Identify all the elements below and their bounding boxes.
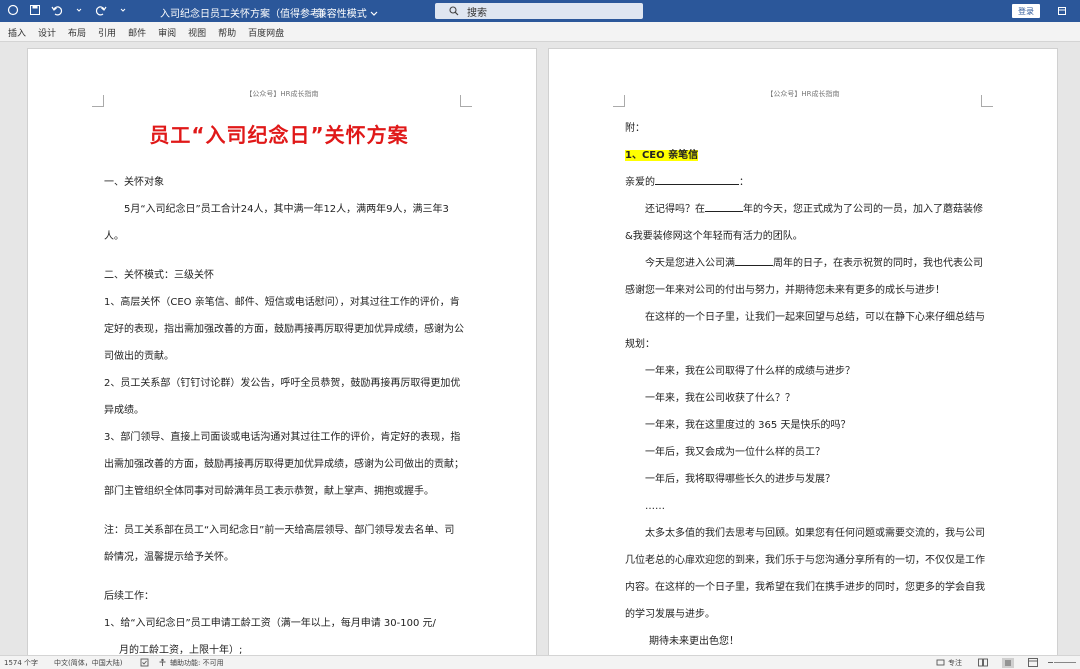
ellipsis: …… (645, 501, 665, 512)
redo-icon[interactable] (94, 3, 108, 17)
closing-line: 期待未来更出色您！ (649, 636, 739, 647)
search-icon (449, 6, 459, 16)
ribbon-tabs: 插入 设计 布局 引用 邮件 审阅 视图 帮助 百度网盘 (0, 22, 1080, 42)
document-canvas[interactable]: 【公众号】HR成长指南 员工“入司纪念日”关怀方案 一、关怀对象 5月“入司纪念… (0, 42, 1080, 655)
proofing-icon[interactable] (140, 658, 149, 667)
language-indicator[interactable]: 中文(简体，中国大陆) (54, 658, 122, 668)
blank-line (735, 265, 773, 266)
tab-view[interactable]: 视图 (182, 22, 212, 43)
crop-mark (981, 95, 993, 107)
accessibility-status[interactable]: 辅助功能: 不可用 (170, 658, 224, 668)
tab-help[interactable]: 帮助 (212, 22, 242, 43)
title-bar: 入司纪念日员工关怀方案（值得参考） - 兼容性模式 搜索 登录 (0, 0, 1080, 22)
section-heading: 一、关怀对象 (104, 177, 164, 188)
section-heading: 后续工作： (104, 591, 154, 602)
question-item: 一年后，我将取得哪些长久的进步与发展？ (645, 474, 835, 485)
list-item: 1、给“入司纪念日”员工申请工龄工资（满一年以上，每月申请 30-100 元/ (104, 618, 436, 629)
list-item-continuation: 月的工龄工资，上限十年）; (119, 645, 243, 655)
crop-mark (613, 95, 625, 107)
document-title: 入司纪念日员工关怀方案（值得参考） (160, 9, 330, 20)
minimize-ribbon-icon[interactable] (1055, 4, 1069, 18)
paragraph: 太多太多值的我们去思考与回顾。如果您有任何问题或需要交流的，我与公司几位老总的心… (625, 528, 985, 620)
question-item: 一年来，我在公司取得了什么样的成绩与进步？ (645, 366, 855, 377)
paragraph: 还记得吗？在 年的今天，您正式成为了公司的一员，加入了蘑菇装修&我要装修网这个年轻… (625, 204, 983, 242)
salutation: 亲爱的： (625, 177, 749, 188)
list-item: 1、高层关怀（CEO 亲笔信、邮件、短信或电话慰问），对其过往工作的评价，肯定好… (104, 297, 464, 362)
blank-line (705, 211, 743, 212)
accessibility-icon[interactable] (158, 658, 167, 667)
read-mode-icon[interactable] (978, 658, 988, 667)
zoom-slider[interactable] (1048, 658, 1076, 667)
page-body: 员工“入司纪念日”关怀方案 一、关怀对象 5月“入司纪念日”员工合计24人，其中… (104, 109, 464, 655)
blank-line (655, 184, 739, 185)
quick-access-toolbar (6, 3, 130, 17)
document-heading: 员工“入司纪念日”关怀方案 (149, 123, 409, 147)
question-item: 一年来，我在这里度过的 365 天是快乐的吗？ (645, 420, 851, 431)
page-body: 附： 1、CEO 亲笔信 亲爱的： 还记得吗？在 年的今天，您正式成为了公司的一员… (625, 115, 985, 655)
tab-insert[interactable]: 插入 (2, 22, 32, 43)
highlighted-heading: 1、CEO 亲笔信 (625, 150, 699, 161)
list-item: 3、部门领导、直接上司面谈或电话沟通对其过往工作的评价，肯定好的表现，指出需加强… (104, 432, 464, 497)
list-item: 2、员工关系部（钉钉讨论群）发公告，呼吁全员恭贺，鼓励再接再厉取得更加优异成绩。 (104, 378, 461, 416)
save-icon[interactable] (28, 3, 42, 17)
print-layout-icon[interactable] (1002, 658, 1014, 668)
tab-baidu-netdisk[interactable]: 百度网盘 (242, 22, 290, 43)
document-page-1[interactable]: 【公众号】HR成长指南 员工“入司纪念日”关怀方案 一、关怀对象 5月“入司纪念… (27, 48, 537, 655)
tab-references[interactable]: 引用 (92, 22, 122, 43)
compat-mode-label: - 兼容性模式 (310, 9, 367, 20)
section-heading: 二、关怀模式：三级关怀 (104, 270, 214, 281)
document-page-2[interactable]: 【公众号】HR成长指南 附： 1、CEO 亲笔信 亲爱的： 还记得吗？在 年的今天… (548, 48, 1058, 655)
autosave-icon[interactable] (6, 3, 20, 17)
focus-icon[interactable] (936, 658, 945, 667)
status-bar: 1574 个字 中文(简体，中国大陆) 辅助功能: 不可用 专注 (0, 655, 1080, 669)
undo-dropdown-icon[interactable] (72, 3, 86, 17)
customize-toolbar-icon[interactable] (116, 3, 130, 17)
focus-mode-button[interactable]: 专注 (948, 658, 962, 668)
question-item: 一年来，我在公司收获了什么？？ (645, 393, 795, 404)
compat-mode-dropdown[interactable]: - 兼容性模式 (310, 5, 378, 20)
tab-mailings[interactable]: 邮件 (122, 22, 152, 43)
paragraph: 在这样的一个日子里，让我们一起来回望与总结，可以在静下心来仔细总结与规划： (625, 312, 985, 350)
word-count[interactable]: 1574 个字 (4, 658, 38, 668)
crop-mark (460, 95, 472, 107)
search-placeholder: 搜索 (467, 7, 487, 19)
chevron-down-icon (370, 11, 378, 16)
question-item: 一年后，我又会成为一位什么样的员工？ (645, 447, 825, 458)
undo-icon[interactable] (50, 3, 64, 17)
crop-mark (92, 95, 104, 107)
tab-review[interactable]: 审阅 (152, 22, 182, 43)
tab-layout[interactable]: 布局 (62, 22, 92, 43)
web-layout-icon[interactable] (1028, 658, 1038, 667)
note-paragraph: 注：员工关系部在员工“入司纪念日”前一天给高层领导、部门领导发去名单、司龄情况，… (104, 525, 455, 563)
paragraph: 5月“入司纪念日”员工合计24人，其中满一年12人，满两年9人，满三年3人。 (104, 204, 449, 242)
search-box[interactable]: 搜索 (435, 3, 643, 19)
paragraph: 今天是您进入公司满 周年的日子，在表示祝贺的同时，我也代表公司感谢您一年来对公司的… (625, 258, 983, 296)
login-button[interactable]: 登录 (1012, 4, 1040, 18)
appendix-label: 附： (625, 123, 645, 134)
tab-design[interactable]: 设计 (32, 22, 62, 43)
